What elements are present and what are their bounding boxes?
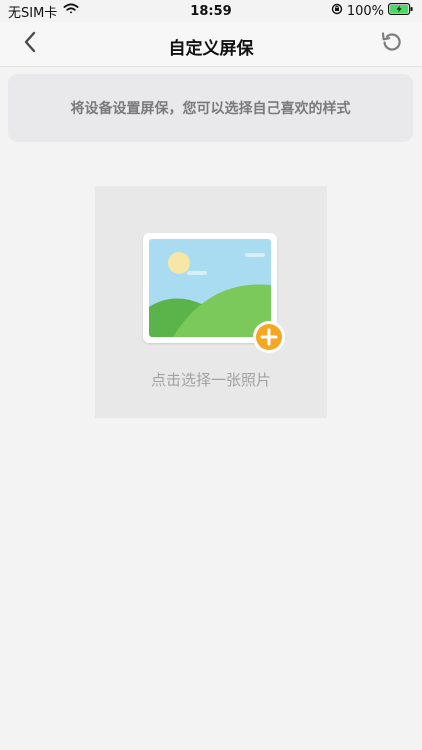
reset-button[interactable] xyxy=(378,30,406,58)
info-banner: 将设备设置屏保，您可以选择自己喜欢的样式 xyxy=(8,74,413,142)
status-time: 18:59 xyxy=(190,3,232,19)
refresh-icon xyxy=(380,30,404,58)
page-title: 自定义屏保 xyxy=(168,39,254,59)
photo-picker[interactable]: 点击选择一张照片 xyxy=(95,186,327,418)
banner-text: 将设备设置屏保，您可以选择自己喜欢的样式 xyxy=(70,101,351,117)
status-bar: 无SIM卡 18:59 100% xyxy=(0,0,422,22)
plus-circle-icon xyxy=(253,321,285,353)
navigation-bar: 自定义屏保 xyxy=(0,22,422,67)
picker-label: 点击选择一张照片 xyxy=(150,371,271,389)
